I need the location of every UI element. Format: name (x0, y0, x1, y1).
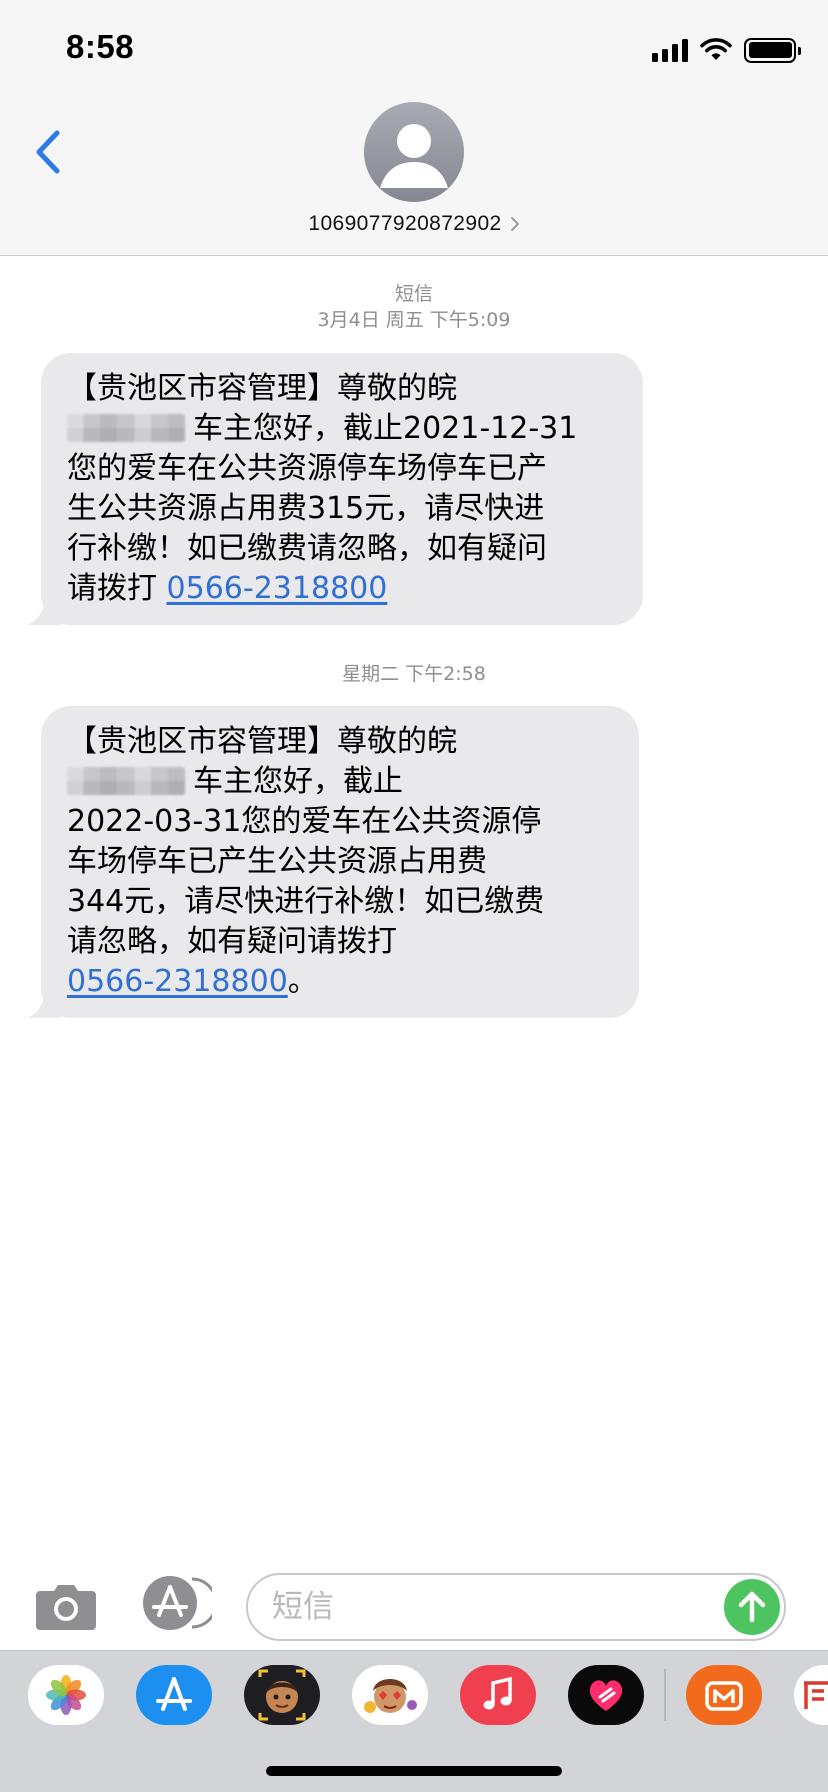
service-label: 短信 (394, 283, 433, 305)
message-text-line: 请忽略，如有疑问请拨打 (67, 924, 397, 959)
battery-icon (744, 37, 801, 63)
message-text-line: 请拨打 (67, 571, 157, 606)
bubble-tail (27, 591, 61, 625)
message-bubble-1[interactable]: 【贵池区市容管理】尊敬的皖 车主您好，截止2021-12-31 您的爱车在公共资… (27, 353, 643, 625)
memoji-app-button[interactable] (244, 1665, 320, 1725)
message-text-line: 车场停车已产生公共资源占用费 (67, 844, 487, 879)
chevron-left-icon (36, 130, 60, 174)
back-button[interactable] (24, 122, 72, 182)
messages-screen: 8:58 1069077920872902 短信 3月4日 周五 下午5:09 … (0, 0, 828, 1792)
home-indicator[interactable] (266, 1766, 562, 1776)
memoji-icon (258, 1669, 306, 1721)
input-bar (0, 1560, 828, 1650)
message-input[interactable] (272, 1575, 712, 1639)
message-text-line: 【贵池区市容管理】尊敬的皖 (67, 371, 457, 406)
message-text-line: 2022-03-31您的爱车在公共资源停 (67, 804, 542, 839)
photos-icon (46, 1675, 86, 1715)
drawer-divider (664, 1669, 666, 1721)
status-time: 8:58 (66, 28, 135, 65)
message-text-line: 车主您好，截止 (193, 764, 403, 799)
wifi-icon (700, 38, 732, 60)
message-bubble-2[interactable]: 【贵池区市容管理】尊敬的皖 车主您好，截止 2022-03-31您的爱车在公共资… (27, 706, 639, 1018)
app-store-button[interactable] (140, 1575, 218, 1631)
app-store-app-button[interactable] (136, 1665, 212, 1725)
message-text-line: 生公共资源占用费315元，请尽快进 (67, 491, 545, 526)
message-text-ending: 。 (287, 964, 318, 999)
photos-app-button[interactable] (28, 1665, 104, 1725)
person-silhouette-icon (380, 124, 448, 188)
message-text-line: 您的爱车在公共资源停车场停车已产 (67, 451, 547, 486)
message-input-field[interactable] (246, 1573, 786, 1641)
fitness-app-button[interactable] (568, 1665, 644, 1725)
partial-app-icon (804, 1681, 828, 1709)
message-text-line: 车主您好，截止2021-12-31 (193, 411, 578, 446)
redacted-plate (67, 767, 185, 795)
camera-icon (36, 1585, 96, 1630)
camera-button[interactable] (34, 1582, 98, 1630)
animoji-icon (364, 1679, 417, 1713)
music-icon (483, 1676, 512, 1710)
phone-link[interactable]: 0566-2318800 (167, 571, 388, 606)
conversation-header: 8:58 1069077920872902 (0, 0, 828, 256)
contact-info-button[interactable]: 1069077920872902 (0, 209, 828, 239)
message-text-line: 行补缴！如已缴费请忽略，如有疑问 (67, 531, 547, 566)
phone-link[interactable]: 0566-2318800 (67, 964, 288, 999)
send-arrow-icon (738, 1591, 766, 1623)
music-app-button[interactable] (460, 1665, 536, 1725)
animoji-app-button[interactable] (352, 1665, 428, 1725)
send-button[interactable] (724, 1579, 780, 1635)
contact-number: 1069077920872902 (308, 212, 502, 235)
mango-tv-icon (705, 1681, 743, 1711)
cellular-signal-icon (652, 38, 688, 62)
contact-avatar[interactable] (364, 102, 464, 202)
message-text-line: 【贵池区市容管理】尊敬的皖 (67, 724, 457, 759)
partial-app-button[interactable] (794, 1665, 828, 1725)
app-store-icon (143, 1576, 218, 1630)
redacted-plate (67, 414, 185, 442)
timestamp-2: 星期二 下午2:58 (342, 663, 486, 685)
mango-tv-app-button[interactable] (686, 1665, 762, 1725)
status-icons (652, 36, 801, 64)
message-text-line: 344元，请尽快进行补缴！如已缴费 (67, 884, 545, 919)
timestamp-1: 3月4日 周五 下午5:09 (317, 309, 511, 331)
app-store-icon (156, 1677, 192, 1711)
chevron-right-icon (510, 217, 519, 231)
bubble-tail (27, 984, 61, 1018)
fitness-heart-icon (589, 1680, 623, 1711)
